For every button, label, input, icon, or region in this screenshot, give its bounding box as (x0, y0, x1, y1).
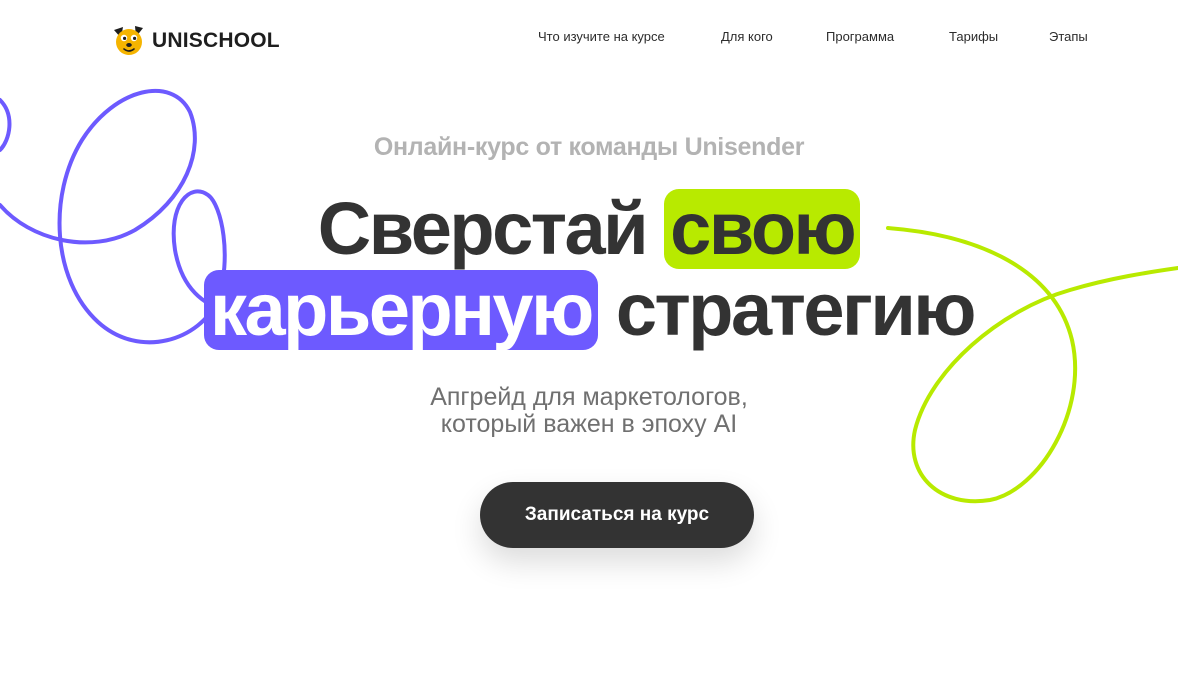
enroll-button[interactable]: Записаться на курс (480, 482, 754, 548)
nav-item-pricing[interactable]: Тарифы (949, 29, 998, 44)
hero-headline-line-1: Сверстай свою (0, 187, 1178, 271)
hero-description: Апгрейд для маркетологов, который важен … (0, 384, 1178, 438)
hero-headline-line-2: карьерную стратегию (0, 268, 1178, 352)
headline-word-plain: Сверстай (317, 187, 649, 270)
nav-item-for-whom[interactable]: Для кого (721, 29, 773, 44)
nav-item-what-you-learn[interactable]: Что изучите на курсе (538, 29, 665, 44)
headline-word-plain: стратегию (615, 268, 977, 351)
hero-subtitle: Онлайн-курс от команды Unisender (373, 133, 805, 161)
nav-item-program[interactable]: Программа (826, 29, 894, 44)
nav-item-stages[interactable]: Этапы (1049, 29, 1088, 44)
headline-word-highlight-purple: карьерную (203, 270, 598, 350)
headline-word-highlight-green: свою (664, 189, 861, 269)
hero-description-line: который важен в эпоху AI (440, 410, 738, 438)
hero-description-line: Апгрейд для маркетологов, (430, 383, 748, 411)
site-header: UNISCHOOL Что изучите на курсе Для кого … (0, 0, 1178, 80)
main-nav: Что изучите на курсе Для кого Программа … (0, 29, 1178, 49)
